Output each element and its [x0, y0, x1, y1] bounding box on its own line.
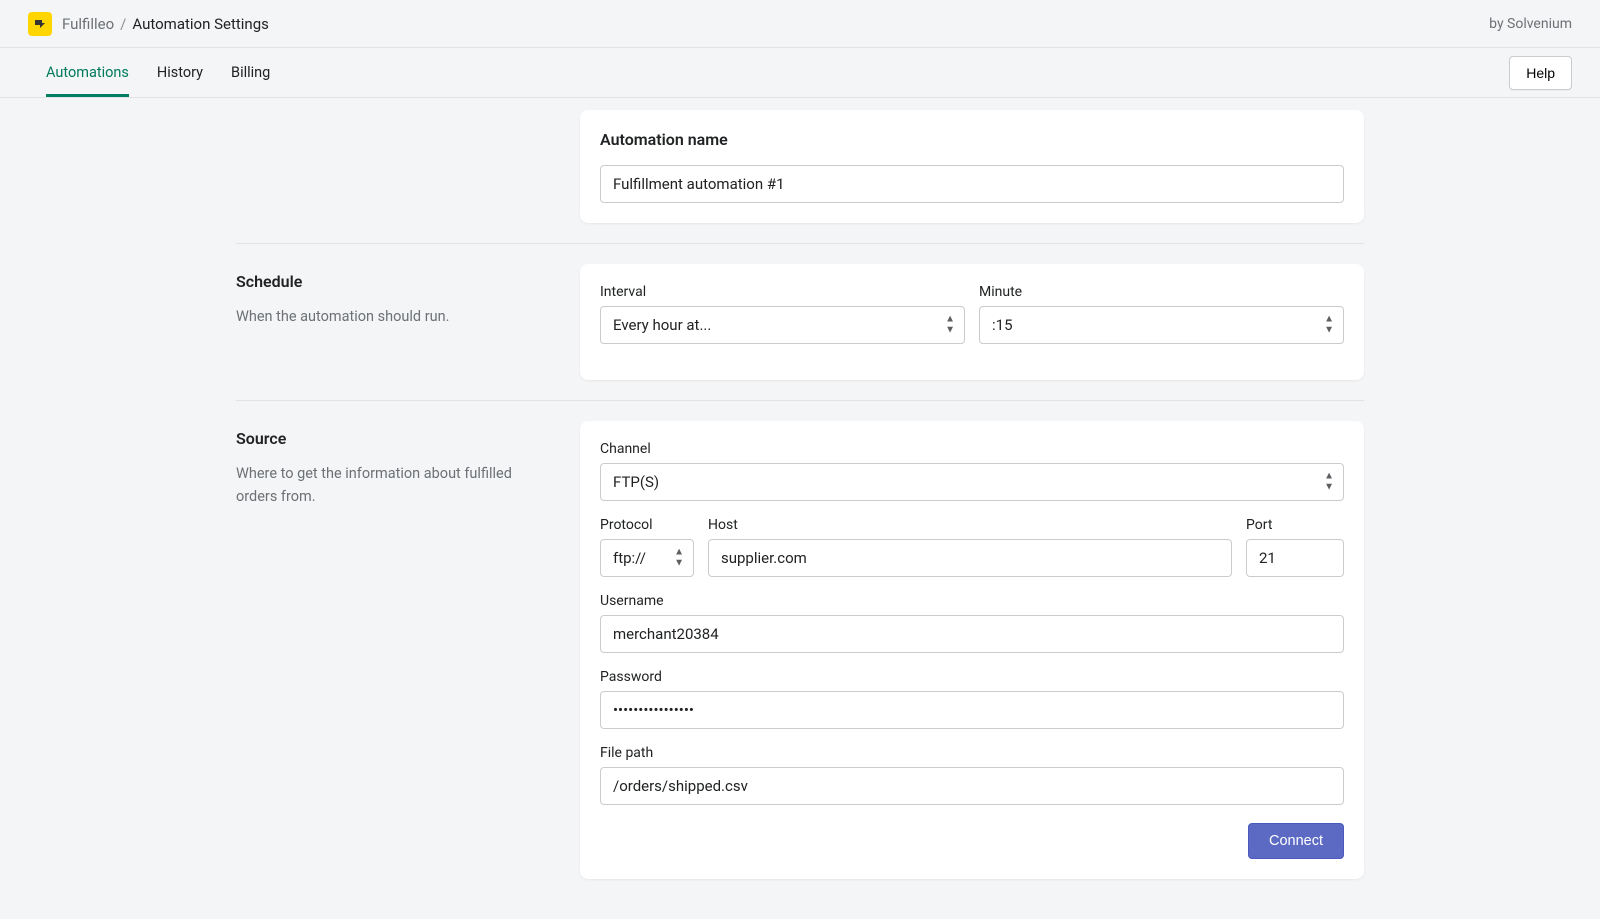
protocol-label: Protocol — [600, 517, 694, 533]
channel-label: Channel — [600, 441, 1344, 457]
help-button[interactable]: Help — [1509, 56, 1572, 90]
page-content: Automation name Schedule When the automa… — [200, 110, 1400, 919]
app-logo-icon — [28, 12, 52, 36]
schedule-description: When the automation should run. — [236, 305, 556, 328]
password-label: Password — [600, 669, 1344, 685]
tabs: Automations History Billing — [28, 48, 270, 97]
breadcrumb-separator: / — [120, 15, 126, 33]
source-card: Channel FTP(S) ▲▼ Protocol ftp:// — [580, 421, 1364, 879]
source-aside: Source Where to get the information abou… — [236, 421, 556, 879]
schedule-card: Interval Every hour at... ▲▼ Minute — [580, 264, 1364, 380]
automation-name-input[interactable] — [600, 165, 1344, 203]
interval-label: Interval — [600, 284, 965, 300]
connect-button[interactable]: Connect — [1248, 823, 1344, 859]
schedule-title: Schedule — [236, 272, 556, 291]
port-input[interactable] — [1246, 539, 1344, 577]
password-input[interactable] — [600, 691, 1344, 729]
username-label: Username — [600, 593, 1344, 609]
schedule-section: Schedule When the automation should run.… — [236, 243, 1364, 380]
port-label: Port — [1246, 517, 1344, 533]
host-input[interactable] — [708, 539, 1232, 577]
minute-select[interactable]: :15 — [979, 306, 1344, 344]
tab-automations[interactable]: Automations — [46, 48, 129, 97]
source-title: Source — [236, 429, 556, 448]
interval-select[interactable]: Every hour at... — [600, 306, 965, 344]
protocol-select[interactable]: ftp:// — [600, 539, 694, 577]
breadcrumb: Fulfilleo / Automation Settings — [62, 15, 269, 33]
automation-name-title: Automation name — [600, 130, 1344, 149]
schedule-aside: Schedule When the automation should run. — [236, 264, 556, 380]
channel-select[interactable]: FTP(S) — [600, 463, 1344, 501]
minute-label: Minute — [979, 284, 1344, 300]
tab-billing[interactable]: Billing — [231, 48, 270, 97]
filepath-label: File path — [600, 745, 1344, 761]
tab-history[interactable]: History — [157, 48, 203, 97]
username-input[interactable] — [600, 615, 1344, 653]
vendor-label: by Solvenium — [1489, 16, 1572, 32]
source-section: Source Where to get the information abou… — [236, 400, 1364, 879]
host-label: Host — [708, 517, 1232, 533]
topbar-left: Fulfilleo / Automation Settings — [28, 12, 269, 36]
breadcrumb-page: Automation Settings — [132, 15, 269, 33]
breadcrumb-app[interactable]: Fulfilleo — [62, 15, 114, 33]
source-description: Where to get the information about fulfi… — [236, 462, 556, 508]
automation-name-card: Automation name — [580, 110, 1364, 223]
tabsbar: Automations History Billing Help — [0, 48, 1600, 98]
filepath-input[interactable] — [600, 767, 1344, 805]
topbar: Fulfilleo / Automation Settings by Solve… — [0, 0, 1600, 48]
